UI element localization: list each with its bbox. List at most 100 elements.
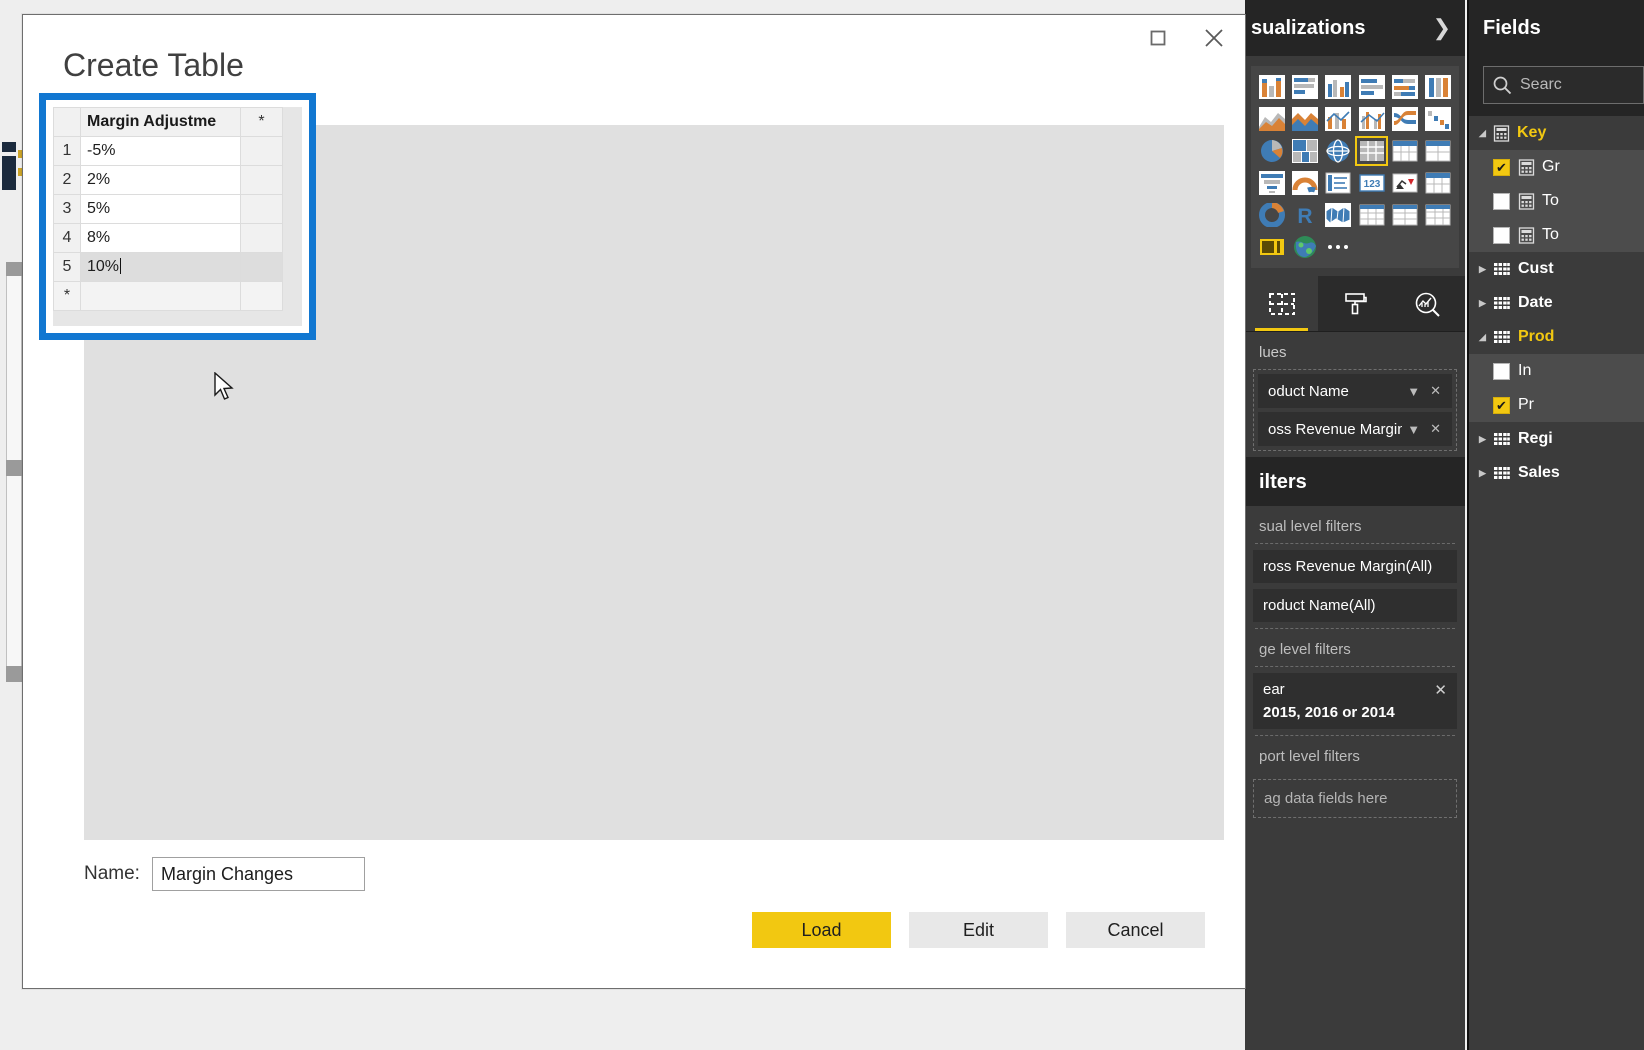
- grid-corner-cell[interactable]: [53, 107, 81, 137]
- triangle-collapsed-icon[interactable]: ▶: [1479, 298, 1493, 309]
- arcgis-map-icon[interactable]: [1290, 234, 1319, 260]
- 100-stacked-bar-chart-icon[interactable]: [1390, 74, 1419, 100]
- filter-chip[interactable]: roduct Name(All): [1253, 589, 1457, 622]
- grid-row-header[interactable]: 5: [53, 252, 81, 282]
- field-row[interactable]: Pr: [1469, 388, 1644, 422]
- grid-cell-newcol[interactable]: [240, 194, 283, 224]
- tab-format[interactable]: [1318, 276, 1391, 331]
- scrollbar-handle-top[interactable]: [6, 262, 22, 276]
- edit-button[interactable]: Edit: [909, 912, 1048, 948]
- grid-cell-value[interactable]: 5%: [80, 194, 241, 224]
- filter-chip[interactable]: ear 2015, 2016 or 2014 ✕: [1253, 673, 1457, 729]
- 100-stacked-column-chart-icon[interactable]: [1424, 74, 1453, 100]
- field-row[interactable]: ▶ Date: [1469, 286, 1644, 320]
- grid-cell-newcol[interactable]: [240, 252, 283, 282]
- grid-cell-newcol[interactable]: [240, 165, 283, 195]
- close-x-icon[interactable]: ✕: [1425, 383, 1446, 399]
- field-checkbox[interactable]: [1493, 362, 1510, 380]
- multi-row-card-icon[interactable]: [1324, 170, 1353, 196]
- matrix-alt-icon[interactable]: [1424, 138, 1453, 164]
- more-options-icon[interactable]: [1324, 234, 1353, 260]
- matrix-table-alt-icon[interactable]: [1390, 202, 1419, 228]
- field-checkbox[interactable]: [1493, 396, 1510, 414]
- pie-chart-icon[interactable]: [1257, 138, 1286, 164]
- field-row[interactable]: To: [1469, 184, 1644, 218]
- load-button[interactable]: Load: [752, 912, 891, 948]
- filled-map-icon[interactable]: [1324, 202, 1353, 228]
- kpi-icon[interactable]: [1390, 170, 1419, 196]
- table-icon[interactable]: [1354, 136, 1389, 166]
- scrollbar-handle-mid[interactable]: [6, 460, 22, 476]
- clustered-column-chart-icon[interactable]: [1324, 74, 1353, 100]
- triangle-collapsed-icon[interactable]: ▶: [1479, 264, 1493, 275]
- grid-row-header[interactable]: 3: [53, 194, 81, 224]
- stacked-area-chart-icon[interactable]: [1290, 106, 1319, 132]
- cancel-button[interactable]: Cancel: [1066, 912, 1205, 948]
- field-row[interactable]: ▶ Sales: [1469, 456, 1644, 490]
- r-script-visual-icon[interactable]: R: [1290, 202, 1319, 228]
- grid-column-header[interactable]: Margin Adjustme: [80, 107, 241, 137]
- grid-new-row-cell[interactable]: [80, 281, 241, 311]
- field-checkbox[interactable]: [1493, 192, 1510, 210]
- triangle-expanded-icon[interactable]: ◢: [1479, 128, 1493, 139]
- grid-row[interactable]: 5 10%: [53, 252, 283, 282]
- field-row[interactable]: To: [1469, 218, 1644, 252]
- triangle-collapsed-icon[interactable]: ▶: [1479, 468, 1493, 479]
- line-and-clustered-column-chart-icon[interactable]: [1357, 106, 1386, 132]
- ribbon-chart-icon[interactable]: [1390, 106, 1419, 132]
- grid-new-row-newcol[interactable]: [240, 281, 283, 311]
- field-row[interactable]: ◢ Key: [1469, 116, 1644, 150]
- triangle-collapsed-icon[interactable]: ▶: [1479, 434, 1493, 445]
- grid-cell-newcol[interactable]: [240, 136, 283, 166]
- treemap-icon[interactable]: [1290, 138, 1319, 164]
- well-field-chip[interactable]: oduct Name ▼ ✕: [1258, 374, 1452, 408]
- chevron-down-icon[interactable]: ▼: [1402, 384, 1425, 399]
- tab-analytics[interactable]: [1392, 276, 1465, 331]
- grid-cell-newcol[interactable]: [240, 223, 283, 253]
- grid-new-row-header[interactable]: *: [53, 281, 81, 311]
- field-checkbox[interactable]: [1493, 158, 1510, 176]
- grid-row-header[interactable]: 4: [53, 223, 81, 253]
- field-row[interactable]: ▶ Cust: [1469, 252, 1644, 286]
- grid-cell-value[interactable]: 2%: [80, 165, 241, 195]
- field-row[interactable]: In: [1469, 354, 1644, 388]
- field-row[interactable]: Gr: [1469, 150, 1644, 184]
- chevron-right-icon[interactable]: ❯: [1433, 17, 1451, 39]
- triangle-expanded-icon[interactable]: ◢: [1479, 332, 1493, 343]
- grid-new-row[interactable]: *: [53, 281, 283, 311]
- search-input[interactable]: Searc: [1483, 66, 1644, 104]
- grid-row-header[interactable]: 1: [53, 136, 81, 166]
- grid-row[interactable]: 1 -5%: [53, 136, 283, 166]
- matrix-table-icon[interactable]: [1357, 202, 1386, 228]
- data-entry-grid[interactable]: Margin Adjustme * 1 -5% 2 2% 3 5% 4 8% 5 10% *: [53, 107, 283, 311]
- area-chart-icon[interactable]: [1257, 106, 1286, 132]
- well-values-box[interactable]: oduct Name ▼ ✕ oss Revenue Margin ▼ ✕: [1253, 369, 1457, 451]
- grid-cell-value[interactable]: 8%: [80, 223, 241, 253]
- scrollbar-handle-bottom[interactable]: [6, 666, 22, 682]
- filter-chip[interactable]: ross Revenue Margin(All): [1253, 550, 1457, 583]
- grid-cell-value[interactable]: -5%: [80, 136, 241, 166]
- table-name-input[interactable]: [151, 857, 365, 891]
- field-row[interactable]: ◢ Prod: [1469, 320, 1644, 354]
- field-checkbox[interactable]: [1493, 226, 1510, 244]
- funnel-chart-icon[interactable]: [1257, 170, 1286, 196]
- clustered-bar-chart-icon[interactable]: [1357, 74, 1386, 100]
- grid-row-header[interactable]: 2: [53, 165, 81, 195]
- well-field-chip[interactable]: oss Revenue Margin ▼ ✕: [1258, 412, 1452, 446]
- card-icon[interactable]: 123: [1357, 170, 1386, 196]
- maximize-button[interactable]: [1137, 23, 1179, 53]
- grid-cell-value[interactable]: 10%: [80, 252, 241, 282]
- chevron-down-icon[interactable]: ▼: [1402, 422, 1425, 437]
- report-filters-dropzone[interactable]: ag data fields here: [1253, 779, 1457, 818]
- grid-row[interactable]: 3 5%: [53, 194, 283, 224]
- matrix-table-alt2-icon[interactable]: [1424, 202, 1453, 228]
- close-x-icon[interactable]: ✕: [1434, 681, 1447, 699]
- donut-chart-icon[interactable]: [1257, 202, 1286, 228]
- grid-new-column-header[interactable]: *: [240, 107, 283, 137]
- stacked-column-chart-icon[interactable]: [1257, 74, 1286, 100]
- gauge-chart-icon[interactable]: [1290, 170, 1319, 196]
- grid-row[interactable]: 2 2%: [53, 165, 283, 195]
- slicer-icon[interactable]: [1424, 170, 1453, 196]
- waterfall-chart-icon[interactable]: [1424, 106, 1453, 132]
- key-influencers-icon[interactable]: [1257, 234, 1286, 260]
